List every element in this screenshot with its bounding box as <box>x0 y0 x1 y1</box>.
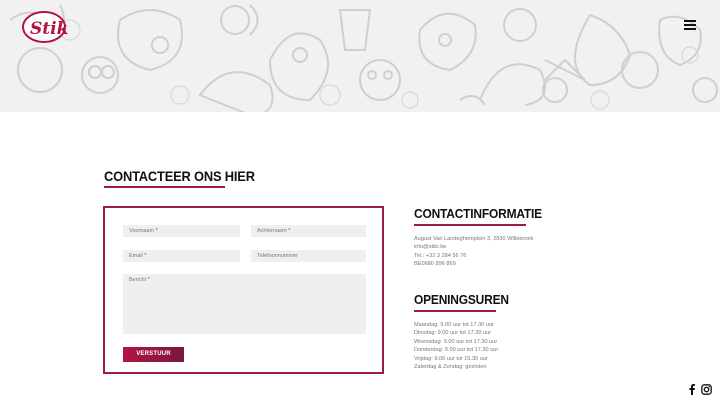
contact-form-heading: CONTACTEER ONS HIER <box>104 168 255 184</box>
message-field[interactable]: Bericht * <box>123 274 366 334</box>
opening-hours-heading: OPENINGSUREN <box>414 292 509 307</box>
email-link[interactable]: info@stikr.be <box>414 243 533 251</box>
hours-line-weekend: Zaterdag & Zondag: gesloten <box>414 364 487 371</box>
hours-line-monday: Maandag: 9.00 uur tot 17.30 uur <box>414 322 494 328</box>
hours-line-wednesday: Woensdag: 9.00 uur tot 17.30 uur <box>414 338 498 345</box>
contact-form: Voornaam * Achternaam * Email * Telefoon… <box>103 206 384 374</box>
last-name-label: Achternaam <box>257 228 287 234</box>
hamburger-menu-icon[interactable] <box>682 18 698 34</box>
doodle-background <box>9 4 718 112</box>
contact-info-heading: CONTACTINFORMATIE <box>414 206 542 221</box>
hours-line-thursday: Donderdag: 9.00 uur tot 17.30 uur <box>414 347 499 354</box>
last-name-field[interactable]: Achternaam * <box>251 225 366 237</box>
opening-hours-list: Maandag: 9.00 uur tot 17.30 uur Dinsdag:… <box>414 321 498 371</box>
stikr-logo[interactable]: Stikr <box>22 8 68 44</box>
address-text: August Van Landeghemplein 3, 2830 Willeb… <box>414 236 534 242</box>
required-marker: * <box>155 228 158 234</box>
hero-banner: Stikr <box>0 0 720 112</box>
contact-heading-underline <box>104 186 225 188</box>
message-label: Bericht <box>129 277 147 283</box>
required-marker: * <box>147 277 150 283</box>
submit-button[interactable]: VERSTUUR <box>123 347 184 362</box>
required-marker: * <box>144 253 147 259</box>
facebook-icon[interactable] <box>688 384 696 398</box>
first-name-field[interactable]: Voornaam * <box>123 225 240 237</box>
hours-line-tuesday: Dinsdag: 9.00 uur tot 17.30 uur <box>414 330 492 337</box>
email-field[interactable]: Email * <box>123 250 240 262</box>
svg-text:Stikr: Stikr <box>30 19 68 39</box>
hours-line-friday: Vrijdag: 9.00 uur tot 15.30 uur <box>414 355 488 362</box>
contact-info-underline <box>414 224 526 226</box>
required-marker: * <box>288 228 291 234</box>
opening-hours-underline <box>414 310 496 312</box>
vat-number: BE0680 896 869 <box>414 261 456 268</box>
stikr-logo-icon: Stikr <box>22 11 68 43</box>
phone-field[interactable]: Telefoonnummer <box>251 250 366 262</box>
contact-info-block: August Van Landeghemplein 3, 2830 Willeb… <box>414 235 533 269</box>
phone-text: Tel.: +32 3 284 56 76 <box>414 252 467 259</box>
email-label: Email <box>129 253 143 259</box>
first-name-label: Voornaam <box>129 228 155 234</box>
phone-label: Telefoonnummer <box>257 253 298 259</box>
instagram-icon[interactable] <box>701 384 712 398</box>
